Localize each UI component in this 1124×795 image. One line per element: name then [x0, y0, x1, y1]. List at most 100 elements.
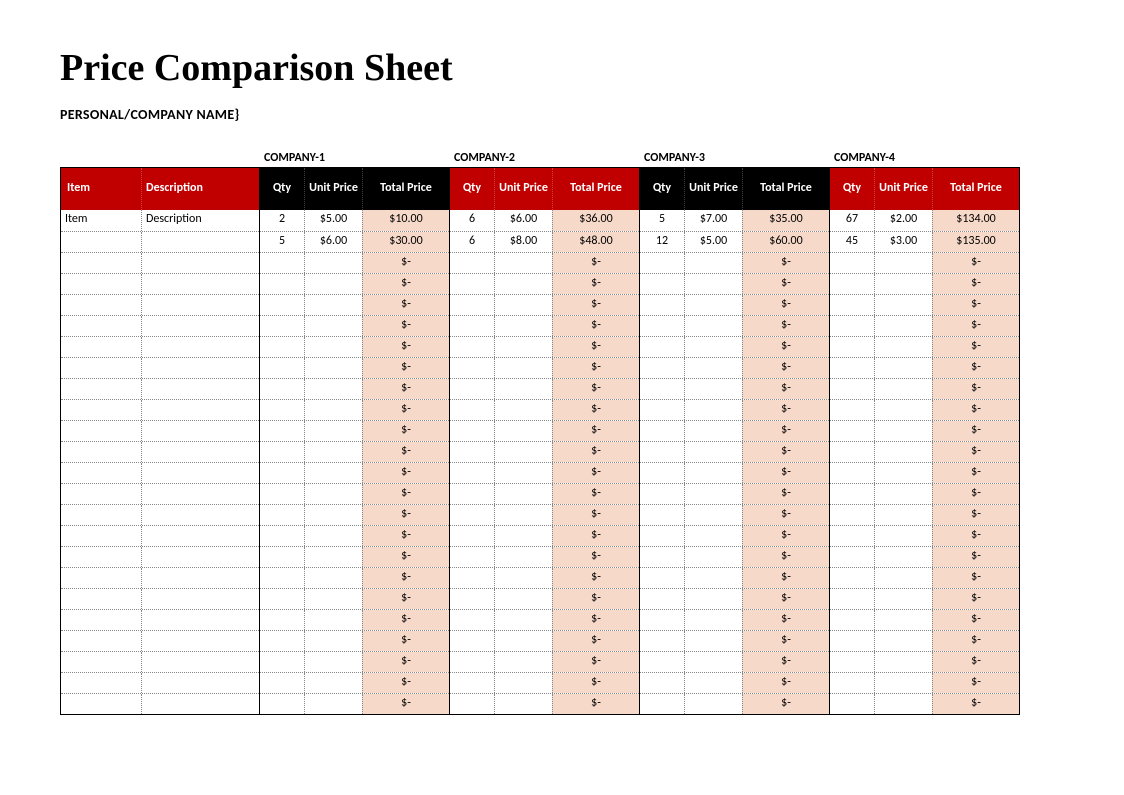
cell-total-price[interactable]: $- — [932, 316, 1019, 336]
cell-description[interactable] — [141, 610, 259, 630]
cell-unit-price[interactable] — [494, 274, 552, 294]
cell-total-price[interactable]: $- — [552, 316, 639, 336]
cell-unit-price[interactable] — [684, 400, 742, 420]
cell-total-price[interactable]: $- — [932, 631, 1019, 651]
table-row[interactable]: $- — [830, 630, 1019, 651]
cell-qty[interactable] — [450, 547, 494, 567]
table-row[interactable]: $- — [640, 294, 829, 315]
table-row[interactable]: $- — [260, 504, 449, 525]
table-row[interactable]: $- — [830, 357, 1019, 378]
cell-unit-price[interactable]: $8.00 — [494, 232, 552, 252]
cell-unit-price[interactable] — [684, 484, 742, 504]
cell-unit-price[interactable] — [684, 442, 742, 462]
cell-unit-price[interactable] — [684, 295, 742, 315]
cell-qty[interactable] — [450, 253, 494, 273]
cell-total-price[interactable]: $135.00 — [932, 232, 1019, 252]
cell-qty[interactable]: 2 — [260, 210, 304, 231]
table-row[interactable]: $- — [260, 672, 449, 693]
cell-unit-price[interactable] — [684, 589, 742, 609]
table-row[interactable]: $- — [450, 357, 639, 378]
cell-unit-price[interactable]: $2.00 — [874, 210, 932, 231]
cell-total-price[interactable]: $- — [362, 316, 449, 336]
cell-total-price[interactable]: $- — [742, 484, 829, 504]
cell-qty[interactable] — [830, 421, 874, 441]
cell-qty[interactable] — [830, 547, 874, 567]
cell-total-price[interactable]: $- — [742, 568, 829, 588]
cell-unit-price[interactable] — [684, 316, 742, 336]
table-row[interactable]: $- — [640, 462, 829, 483]
cell-qty[interactable] — [830, 589, 874, 609]
cell-total-price[interactable]: $- — [362, 610, 449, 630]
cell-qty[interactable]: 5 — [260, 232, 304, 252]
cell-unit-price[interactable] — [874, 631, 932, 651]
cell-total-price[interactable]: $- — [552, 652, 639, 672]
table-row[interactable]: $- — [830, 504, 1019, 525]
cell-unit-price[interactable] — [684, 568, 742, 588]
cell-total-price[interactable]: $- — [932, 652, 1019, 672]
cell-qty[interactable] — [260, 673, 304, 693]
table-row[interactable]: $- — [450, 567, 639, 588]
cell-unit-price[interactable] — [684, 253, 742, 273]
cell-total-price[interactable]: $- — [362, 379, 449, 399]
cell-unit-price[interactable] — [874, 253, 932, 273]
cell-item[interactable] — [61, 463, 141, 483]
cell-unit-price[interactable] — [494, 631, 552, 651]
cell-description[interactable] — [141, 400, 259, 420]
table-row[interactable] — [61, 462, 259, 483]
table-row[interactable]: $- — [640, 336, 829, 357]
cell-total-price[interactable]: $- — [552, 568, 639, 588]
cell-qty[interactable] — [450, 694, 494, 714]
table-row[interactable]: $- — [830, 336, 1019, 357]
cell-total-price[interactable]: $48.00 — [552, 232, 639, 252]
cell-qty[interactable] — [830, 484, 874, 504]
cell-unit-price[interactable] — [304, 274, 362, 294]
table-row[interactable]: $- — [830, 378, 1019, 399]
cell-total-price[interactable]: $- — [932, 610, 1019, 630]
cell-item[interactable] — [61, 673, 141, 693]
cell-qty[interactable] — [260, 442, 304, 462]
table-row[interactable]: $- — [640, 609, 829, 630]
table-row[interactable]: $- — [450, 336, 639, 357]
cell-description[interactable] — [141, 505, 259, 525]
cell-description[interactable] — [141, 652, 259, 672]
cell-total-price[interactable]: $- — [362, 295, 449, 315]
cell-item[interactable] — [61, 505, 141, 525]
cell-qty[interactable] — [640, 694, 684, 714]
table-row[interactable]: $- — [260, 441, 449, 462]
table-row[interactable]: $- — [260, 336, 449, 357]
cell-description[interactable] — [141, 589, 259, 609]
cell-qty[interactable] — [640, 421, 684, 441]
cell-qty[interactable] — [450, 295, 494, 315]
cell-qty[interactable] — [640, 631, 684, 651]
cell-total-price[interactable]: $- — [552, 400, 639, 420]
table-row[interactable]: ItemDescription — [61, 210, 259, 231]
cell-total-price[interactable]: $- — [362, 631, 449, 651]
table-row[interactable]: $- — [830, 546, 1019, 567]
cell-qty[interactable] — [260, 547, 304, 567]
cell-qty[interactable] — [830, 568, 874, 588]
cell-total-price[interactable]: $- — [552, 253, 639, 273]
table-row[interactable] — [61, 441, 259, 462]
cell-total-price[interactable]: $- — [932, 484, 1019, 504]
cell-description[interactable] — [141, 358, 259, 378]
cell-qty[interactable] — [450, 442, 494, 462]
cell-qty[interactable] — [830, 652, 874, 672]
cell-item[interactable]: Item — [61, 210, 141, 231]
cell-item[interactable] — [61, 274, 141, 294]
cell-unit-price[interactable] — [684, 631, 742, 651]
cell-total-price[interactable]: $- — [362, 568, 449, 588]
cell-unit-price[interactable]: $5.00 — [304, 210, 362, 231]
cell-qty[interactable] — [830, 673, 874, 693]
table-row[interactable]: $- — [260, 483, 449, 504]
table-row[interactable]: $- — [640, 525, 829, 546]
table-row[interactable]: $- — [830, 252, 1019, 273]
cell-qty[interactable] — [830, 400, 874, 420]
cell-unit-price[interactable] — [494, 547, 552, 567]
cell-total-price[interactable]: $- — [742, 526, 829, 546]
table-row[interactable]: $- — [260, 630, 449, 651]
table-row[interactable]: $- — [260, 588, 449, 609]
cell-unit-price[interactable] — [494, 442, 552, 462]
table-row[interactable]: $- — [260, 651, 449, 672]
table-row[interactable]: $- — [450, 693, 639, 714]
cell-qty[interactable] — [640, 589, 684, 609]
